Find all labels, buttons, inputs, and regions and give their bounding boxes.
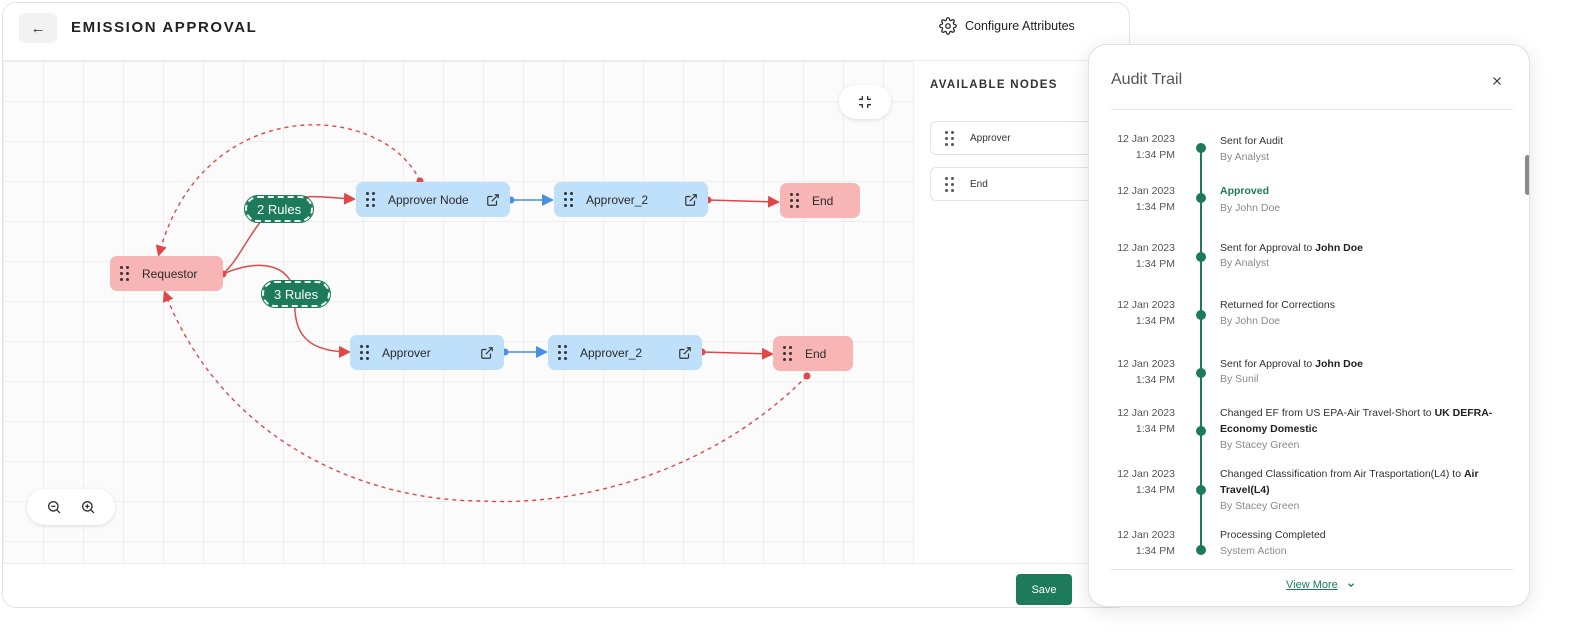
drag-handle-icon[interactable]: [360, 345, 372, 360]
zoom-in-icon: [82, 501, 95, 514]
node-end-top[interactable]: End: [780, 183, 860, 218]
entry-date: 12 Jan 2023: [1117, 133, 1175, 145]
entry-by: By Sunil: [1220, 373, 1259, 385]
configure-attributes-label: Configure Attributes: [965, 19, 1075, 33]
workflow-edges: [155, 124, 811, 503]
page-title: EMISSION APPROVAL: [71, 19, 258, 36]
collapse-button[interactable]: [839, 85, 891, 119]
divider: [1111, 569, 1513, 570]
entry-date: 12 Jan 2023: [1117, 529, 1175, 541]
timeline-dot: [1196, 252, 1206, 262]
entry-action: Approved: [1220, 185, 1270, 197]
chevron-down-icon: [1347, 583, 1354, 588]
node-approver-2-top[interactable]: Approver_2: [554, 182, 708, 217]
zoom-out-button[interactable]: [46, 499, 62, 515]
timeline-dot: [1196, 193, 1206, 203]
external-link-icon[interactable]: [678, 346, 692, 360]
divider: [1111, 109, 1513, 110]
entry-date: 12 Jan 2023: [1117, 242, 1175, 254]
entry-date: 12 Jan 2023: [1117, 358, 1175, 370]
entry-by: System Action: [1220, 545, 1287, 557]
footer-bar: Save: [3, 563, 1129, 607]
edge-approver2-end-top: [707, 195, 780, 208]
entry-by: By Stacey Green: [1220, 439, 1300, 451]
workflow-editor: ← EMISSION APPROVAL Configure Attributes: [2, 2, 1130, 608]
node-approver[interactable]: Approver: [350, 335, 504, 370]
zoom-out-icon: [48, 501, 61, 514]
audit-trail-panel: Audit Trail 12 Jan 2023 1:34 PM Sent for …: [1088, 44, 1530, 607]
timeline-dot: [1196, 310, 1206, 320]
entry-time: 1:34 PM: [1135, 374, 1175, 386]
drag-handle-icon: [945, 130, 954, 146]
timeline-dot: [1196, 485, 1206, 495]
edge-dashed-bottom: [162, 290, 808, 503]
gear-icon: [939, 17, 957, 35]
collapse-icon: [859, 96, 871, 108]
entry-time: 1:34 PM: [1135, 545, 1175, 557]
entry-time: 1:34 PM: [1135, 315, 1175, 327]
entry-date: 12 Jan 2023: [1117, 407, 1175, 419]
entry-time: 1:34 PM: [1135, 258, 1175, 270]
zoom-controls: [27, 489, 115, 525]
entry-time: 1:34 PM: [1135, 149, 1175, 161]
entry-by: By Stacey Green: [1220, 500, 1300, 512]
entry-action: Sent for Approval to John Doe: [1220, 358, 1363, 370]
entry-action: Sent for Audit: [1220, 135, 1284, 147]
drag-handle-icon[interactable]: [558, 345, 570, 360]
available-node-label: End: [970, 178, 988, 190]
entry-time: 1:34 PM: [1135, 201, 1175, 213]
top-bar: ← EMISSION APPROVAL Configure Attributes: [3, 3, 1129, 61]
entry-action: Changed EF from US EPA-Air Travel-Short …: [1220, 407, 1493, 435]
audit-trail-title: Audit Trail: [1111, 71, 1183, 88]
close-icon: [1493, 77, 1501, 85]
node-approver-node[interactable]: Approver Node: [356, 182, 510, 217]
entry-date: 12 Jan 2023: [1117, 468, 1175, 480]
entry-action: Sent for Approval to John Doe: [1220, 242, 1363, 254]
configure-attributes-button[interactable]: Configure Attributes: [939, 17, 1075, 35]
entry-by: By John Doe: [1220, 202, 1281, 214]
external-link-icon[interactable]: [486, 193, 500, 207]
available-nodes-title: AVAILABLE NODES: [930, 79, 1058, 91]
back-button[interactable]: ←: [19, 13, 57, 43]
rules-badge-bottom[interactable]: 3 Rules: [260, 280, 332, 308]
drag-handle-icon[interactable]: [120, 266, 132, 281]
entry-date: 12 Jan 2023: [1117, 185, 1175, 197]
edge-approver2-end-bottom: [701, 347, 774, 360]
drag-handle-icon[interactable]: [790, 193, 802, 208]
timeline-dot: [1196, 143, 1206, 153]
rules-badge-top[interactable]: 2 Rules: [243, 195, 315, 223]
timeline-dot: [1196, 426, 1206, 436]
view-more-link[interactable]: View More: [1286, 579, 1356, 591]
external-link-icon[interactable]: [480, 346, 494, 360]
entry-time: 1:34 PM: [1135, 423, 1175, 435]
scrollbar[interactable]: [1525, 155, 1529, 195]
external-link-icon[interactable]: [684, 193, 698, 207]
entry-by: By Analyst: [1220, 257, 1270, 269]
drag-handle-icon[interactable]: [564, 192, 576, 207]
entry-date: 12 Jan 2023: [1117, 299, 1175, 311]
workflow-canvas[interactable]: Requestor Approver Node Approver_2 End A…: [3, 61, 913, 563]
entry-action: Changed Classification from Air Trasport…: [1220, 468, 1479, 496]
close-button[interactable]: [1485, 69, 1509, 93]
drag-handle-icon[interactable]: [366, 192, 378, 207]
entry-time: 1:34 PM: [1135, 484, 1175, 496]
arrow-left-icon: ←: [30, 19, 46, 37]
node-end-bottom[interactable]: End: [773, 336, 853, 371]
timeline-dot: [1196, 368, 1206, 378]
entry-by: By John Doe: [1220, 315, 1281, 327]
available-node-label: Approver: [970, 132, 1011, 144]
entry-action: Returned for Corrections: [1220, 299, 1335, 311]
entry-action: Processing Completed: [1220, 529, 1326, 541]
edge-requestor-approver: [222, 264, 351, 358]
view-more-label: View More: [1286, 579, 1338, 591]
drag-handle-icon: [945, 176, 954, 192]
zoom-in-button[interactable]: [80, 499, 96, 515]
entry-by: By Analyst: [1220, 151, 1270, 163]
node-requestor[interactable]: Requestor: [110, 256, 223, 291]
save-button[interactable]: Save: [1016, 574, 1072, 605]
drag-handle-icon[interactable]: [783, 346, 795, 361]
timeline-dot: [1196, 545, 1206, 555]
node-approver-2-bottom[interactable]: Approver_2: [548, 335, 702, 370]
